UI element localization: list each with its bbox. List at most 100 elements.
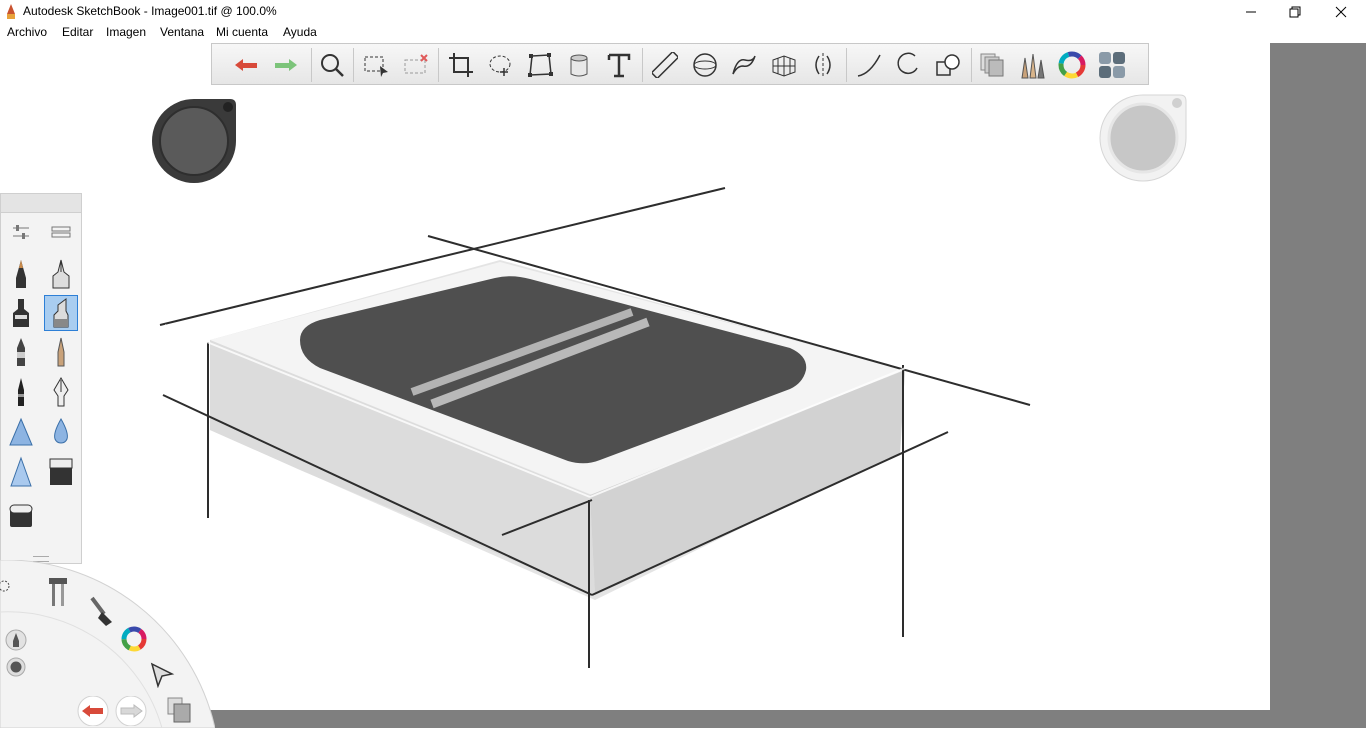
french-curve-button[interactable] (728, 49, 760, 81)
zoom-button[interactable] (316, 49, 348, 81)
transform-button[interactable] (524, 49, 556, 81)
lagoon-settings-button[interactable] (0, 576, 14, 596)
brush-smudge[interactable] (4, 454, 38, 490)
redo-icon (115, 695, 147, 727)
brush-soft-eraser[interactable] (4, 498, 38, 534)
lagoon-tools-button[interactable] (44, 574, 72, 608)
brush-airbrush[interactable] (4, 414, 38, 450)
menu-mi-cuenta[interactable]: Mi cuenta (216, 25, 268, 39)
color-icon (121, 626, 147, 652)
undo-icon (77, 695, 109, 727)
menu-editar[interactable]: Editar (62, 25, 93, 39)
soft-eraser-icon (9, 504, 33, 527)
brush-water-drop[interactable] (44, 414, 78, 450)
select-button[interactable] (360, 49, 392, 81)
marker-icon (13, 299, 29, 327)
perspective-button[interactable] (768, 49, 800, 81)
brushes-button[interactable] (1016, 49, 1048, 81)
fill-icon (570, 54, 588, 77)
chisel-marker-icon (53, 298, 69, 328)
brush-fine-brush[interactable] (44, 334, 78, 370)
water-drop-icon (54, 417, 68, 444)
minimize-button[interactable] (1228, 0, 1274, 23)
brush-fountain-pen[interactable] (44, 374, 78, 410)
felt-pen-icon (17, 338, 25, 366)
circle-icon (6, 657, 26, 677)
lasso-icon (489, 55, 511, 76)
lagoon-menu (0, 559, 216, 729)
brush-technical-pen[interactable] (44, 256, 78, 292)
color-puck-right[interactable] (1098, 93, 1188, 183)
restore-button[interactable] (1272, 0, 1318, 23)
clear-selection-button[interactable] (400, 49, 432, 81)
copic-library-button[interactable] (1096, 49, 1128, 81)
sliders-icon (13, 225, 29, 239)
brush-hard-eraser[interactable] (44, 454, 78, 490)
symmetry-button[interactable] (807, 49, 839, 81)
brush-pencil[interactable] (4, 256, 38, 292)
select-icon (150, 662, 175, 689)
brush-marker[interactable] (4, 295, 38, 331)
layers-icon (167, 697, 191, 723)
ellipse-guide-icon (693, 53, 717, 77)
smudge-icon (10, 456, 32, 487)
brush-felt-pen[interactable] (4, 334, 38, 370)
menu-imagen[interactable]: Imagen (106, 25, 146, 39)
lagoon-brush-button[interactable] (86, 594, 116, 628)
brush-icon (90, 596, 112, 626)
brush-chisel-marker[interactable] (44, 295, 78, 331)
crop-icon (449, 53, 473, 77)
puck-left-shape (152, 99, 236, 183)
lagoon-pen-button[interactable] (5, 629, 27, 651)
hard-eraser-icon (49, 458, 73, 485)
ruler-button[interactable] (649, 49, 681, 81)
ellipse-guide-button[interactable] (689, 49, 721, 81)
undo-icon (235, 59, 257, 71)
lagoon-select-button[interactable] (148, 660, 176, 689)
fill-button[interactable] (563, 49, 595, 81)
puck-right-shape (1099, 94, 1187, 182)
palette-header[interactable] (1, 194, 81, 213)
crop-button[interactable] (445, 49, 477, 81)
close-icon (1335, 6, 1347, 17)
lagoon-redo-button[interactable] (114, 695, 148, 727)
tools-icon (49, 578, 67, 606)
app-icon (7, 4, 15, 19)
ruler-icon (652, 52, 678, 78)
layers-button[interactable] (976, 49, 1008, 81)
menu-ayuda[interactable]: Ayuda (283, 25, 317, 39)
undo-button[interactable] (230, 49, 262, 81)
brush-ink-pen[interactable] (4, 374, 38, 410)
circle-icon (897, 52, 918, 75)
lagoon-layers-button[interactable] (166, 696, 194, 724)
perspective-icon (772, 55, 796, 77)
text-button[interactable] (603, 49, 635, 81)
lasso-button[interactable] (485, 49, 517, 81)
brush-palette (0, 193, 82, 564)
grid-icon (51, 226, 71, 238)
shapes-icon (936, 54, 960, 76)
line-button[interactable] (853, 49, 885, 81)
menu-bar: Archivo Editar Imagen Ventana Mi cuenta … (0, 23, 1366, 43)
fine-brush-icon (57, 337, 65, 367)
color-wheel-button[interactable] (1056, 49, 1088, 81)
lagoon-circle-button[interactable] (6, 657, 26, 677)
brush-puck-left[interactable] (150, 97, 238, 185)
restore-icon (1289, 6, 1301, 17)
lagoon-undo-button[interactable] (76, 695, 110, 727)
menu-archivo[interactable]: Archivo (7, 25, 47, 39)
fountain-pen-icon (53, 377, 69, 407)
circle-button[interactable] (892, 49, 924, 81)
close-button[interactable] (1318, 0, 1364, 23)
symmetry-icon (815, 53, 831, 77)
ink-pen-icon (18, 378, 24, 406)
redo-button[interactable] (270, 49, 302, 81)
pen-icon (5, 629, 27, 651)
menu-ventana[interactable]: Ventana (160, 25, 204, 39)
brush-properties-button[interactable] (4, 214, 38, 250)
shapes-button[interactable] (932, 49, 964, 81)
brush-library-button[interactable] (44, 214, 78, 250)
title-bar: Autodesk SketchBook - Image001.tif @ 100… (0, 0, 1366, 23)
line-icon (857, 54, 881, 77)
lagoon-color-button[interactable] (119, 624, 149, 654)
